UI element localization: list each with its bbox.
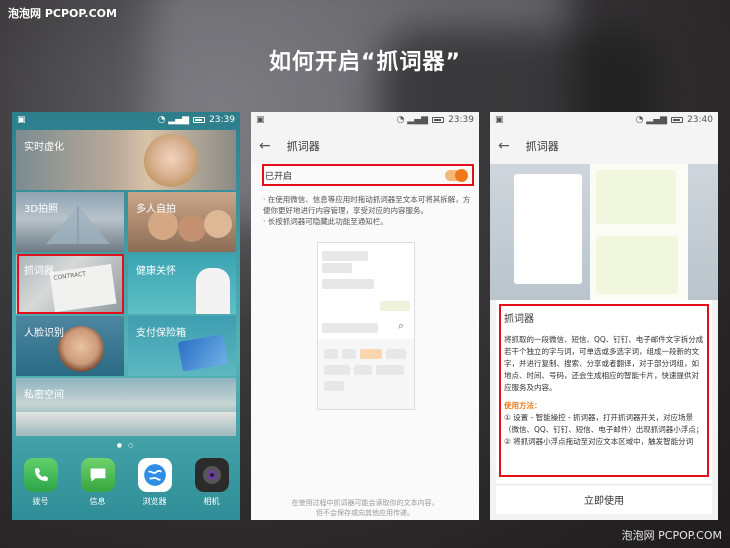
watermark-top: 泡泡网 PCPOP.COM — [8, 7, 117, 20]
mock-token — [324, 365, 350, 375]
status-bar: ▣ ◔ ▂▄▆ 23:39 — [12, 112, 240, 128]
page-headline: 如何开启“抓词器” — [269, 50, 461, 75]
back-arrow-icon[interactable]: ← — [498, 138, 510, 154]
tile-label: 实时虚化 — [24, 142, 64, 153]
status-bar: ▣ ◔ ▂▄▆ 23:39 — [251, 112, 479, 128]
mock-token — [354, 365, 372, 375]
privacy-note-line: 在使用过程中抓词器可能会读取你的文本内容， — [291, 499, 439, 507]
app-label: 相机 — [203, 497, 220, 506]
group-image — [204, 210, 232, 238]
phone-intro-screen: ▣ ◔ ▂▄▆ 23:40 ← 抓词器 抓词器 将抓取的一段微信、短信、QQ、钉… — [490, 112, 718, 520]
tile-health-care[interactable]: 健康关怀 — [128, 254, 236, 314]
app-bar: ← 抓词器 — [490, 128, 718, 164]
app-messages[interactable]: 信息 — [76, 458, 120, 507]
battery-icon — [671, 117, 684, 123]
privacy-note-line: 但不会保存或向其他应用传递。 — [316, 509, 414, 517]
signal-icon: ◔ ▂▄▆ — [157, 115, 190, 125]
notification-icon: ▣ — [17, 115, 26, 125]
app-dock: 拨号 信息 浏览器 相机 — [12, 458, 240, 507]
mock-token — [324, 381, 344, 391]
status-bar: ▣ ◔ ▂▄▆ 23:40 — [490, 112, 718, 128]
battery-icon — [193, 117, 206, 123]
mock-token — [324, 349, 338, 359]
illustration-mockup: ⌕ — [317, 242, 415, 410]
mock-token — [360, 349, 382, 359]
app-label: 浏览器 — [142, 497, 167, 506]
mock-bubble — [322, 263, 352, 273]
preview-phone-left — [514, 174, 582, 284]
mock-bubble — [322, 279, 374, 289]
face-image — [58, 326, 104, 372]
portrait-image — [144, 134, 198, 188]
tile-3d-photo[interactable]: 3D拍照 — [16, 192, 124, 252]
beach-image — [16, 412, 236, 436]
app-label: 拨号 — [32, 497, 49, 506]
description: · 在使用微信、信息等应用时拖动抓词器至文本可将其拆解，方便你更好地进行内容管理… — [263, 194, 471, 227]
browser-icon — [137, 458, 172, 492]
mock-token — [342, 349, 356, 359]
mock-token — [376, 365, 404, 375]
group-image — [178, 214, 206, 242]
description-line: · 长按抓词器可隐藏此功能至通知栏。 — [263, 217, 388, 226]
app-browser[interactable]: 浏览器 — [133, 458, 177, 507]
signal-icon: ◔ ▂▄▆ — [635, 115, 668, 125]
back-arrow-icon[interactable]: ← — [259, 138, 271, 154]
app-camera[interactable]: 相机 — [190, 458, 234, 507]
status-time: 23:39 — [448, 115, 474, 125]
highlight-box — [262, 164, 474, 186]
preview-phone-right — [590, 164, 688, 300]
description-line: · 在使用微信、信息等应用时拖动抓词器至文本可将其拆解，方便你更好地进行内容管理… — [263, 195, 471, 215]
tile-label: 3D拍照 — [24, 204, 59, 215]
tile-payment-safe[interactable]: 支付保险箱 — [128, 316, 236, 376]
tile-label: 私密空间 — [24, 390, 64, 401]
tile-label: 人脸识别 — [24, 328, 64, 339]
mock-bubble — [322, 323, 378, 333]
notification-icon: ▣ — [495, 115, 504, 125]
tile-realtime-blur[interactable]: 实时虚化 — [16, 130, 236, 190]
mock-bubble — [380, 301, 410, 311]
camera-icon — [194, 458, 229, 492]
app-bar: ← 抓词器 — [251, 128, 479, 164]
preview-bubble — [596, 170, 676, 224]
preview-bubble — [596, 236, 678, 294]
notification-icon: ▣ — [256, 115, 265, 125]
use-now-button[interactable]: 立即使用 — [496, 484, 712, 514]
battery-icon — [432, 117, 445, 123]
privacy-note: 在使用过程中抓词器可能会读取你的文本内容， 但不会保存或向其他应用传递。 — [251, 498, 479, 518]
tile-label: 多人自拍 — [136, 204, 176, 215]
page-title: 抓词器 — [286, 140, 320, 153]
tile-private-space[interactable]: 私密空间 — [16, 378, 236, 436]
tile-group-selfie[interactable]: 多人自拍 — [128, 192, 236, 252]
highlight-box — [499, 304, 709, 477]
phone-settings-screen: ▣ ◔ ▂▄▆ 23:39 ← 抓词器 已开启 · 在使用微信、信息等应用时拖动… — [251, 112, 479, 520]
watermark-bottom: 泡泡网 PCPOP.COM — [621, 529, 722, 542]
app-phone[interactable]: 拨号 — [19, 458, 63, 507]
preview-screenshot — [490, 164, 718, 300]
status-time: 23:39 — [209, 115, 235, 125]
page-title: 抓词器 — [525, 140, 559, 153]
highlight-box — [17, 254, 124, 314]
search-magnifier-icon: ⌕ — [398, 319, 405, 332]
message-icon — [80, 458, 115, 492]
app-label: 信息 — [89, 497, 106, 506]
page-indicator: ● ○ — [116, 442, 136, 449]
tile-label: 支付保险箱 — [136, 328, 186, 339]
status-time: 23:40 — [687, 115, 713, 125]
tile-face-recognition[interactable]: 人脸识别 — [16, 316, 124, 376]
signal-icon: ◔ ▂▄▆ — [396, 115, 429, 125]
phone-icon — [23, 458, 58, 492]
doctor-image — [196, 268, 230, 314]
mock-token-panel — [318, 339, 414, 409]
phone-home-screen: ▣ ◔ ▂▄▆ 23:39 实时虚化 3D拍照 多人自拍 CONTRACT 抓词… — [12, 112, 240, 520]
mock-bubble — [322, 251, 368, 261]
mock-token — [386, 349, 406, 359]
credit-card-image — [177, 334, 229, 372]
tile-label: 健康关怀 — [136, 266, 176, 277]
